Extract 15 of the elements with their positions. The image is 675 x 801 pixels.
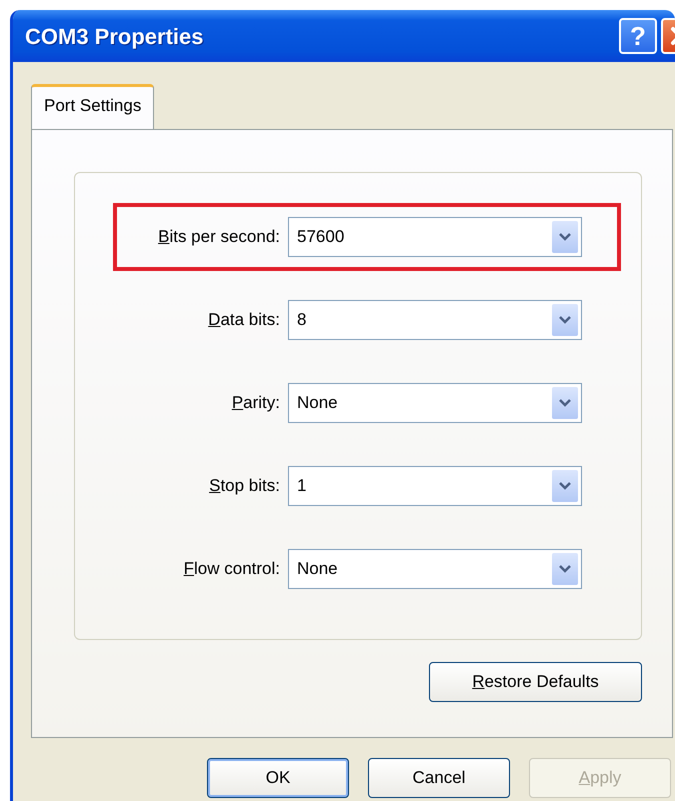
field-label: Flow control:	[182, 558, 281, 580]
dropdown-field[interactable]: 8	[288, 300, 582, 340]
field-label: Data bits:	[207, 308, 281, 331]
dropdown-field[interactable]: None	[288, 382, 582, 422]
field-label: Stop bits:	[208, 474, 281, 497]
dialog-button[interactable]: OK	[207, 758, 349, 798]
dropdown-field[interactable]: 57600	[288, 216, 582, 256]
tab[interactable]: Port Settings	[31, 84, 154, 128]
restore-defaults-button[interactable]: Restore Defaults	[429, 662, 642, 702]
field-label: Parity:	[230, 392, 281, 414]
window-title: COM3 Properties	[25, 22, 204, 51]
field-label: Bits per second:	[157, 226, 281, 248]
dropdown-field[interactable]: 1	[288, 466, 582, 506]
dropdown-field[interactable]: None	[288, 548, 582, 588]
dialog-button[interactable]: Cancel	[368, 758, 510, 798]
